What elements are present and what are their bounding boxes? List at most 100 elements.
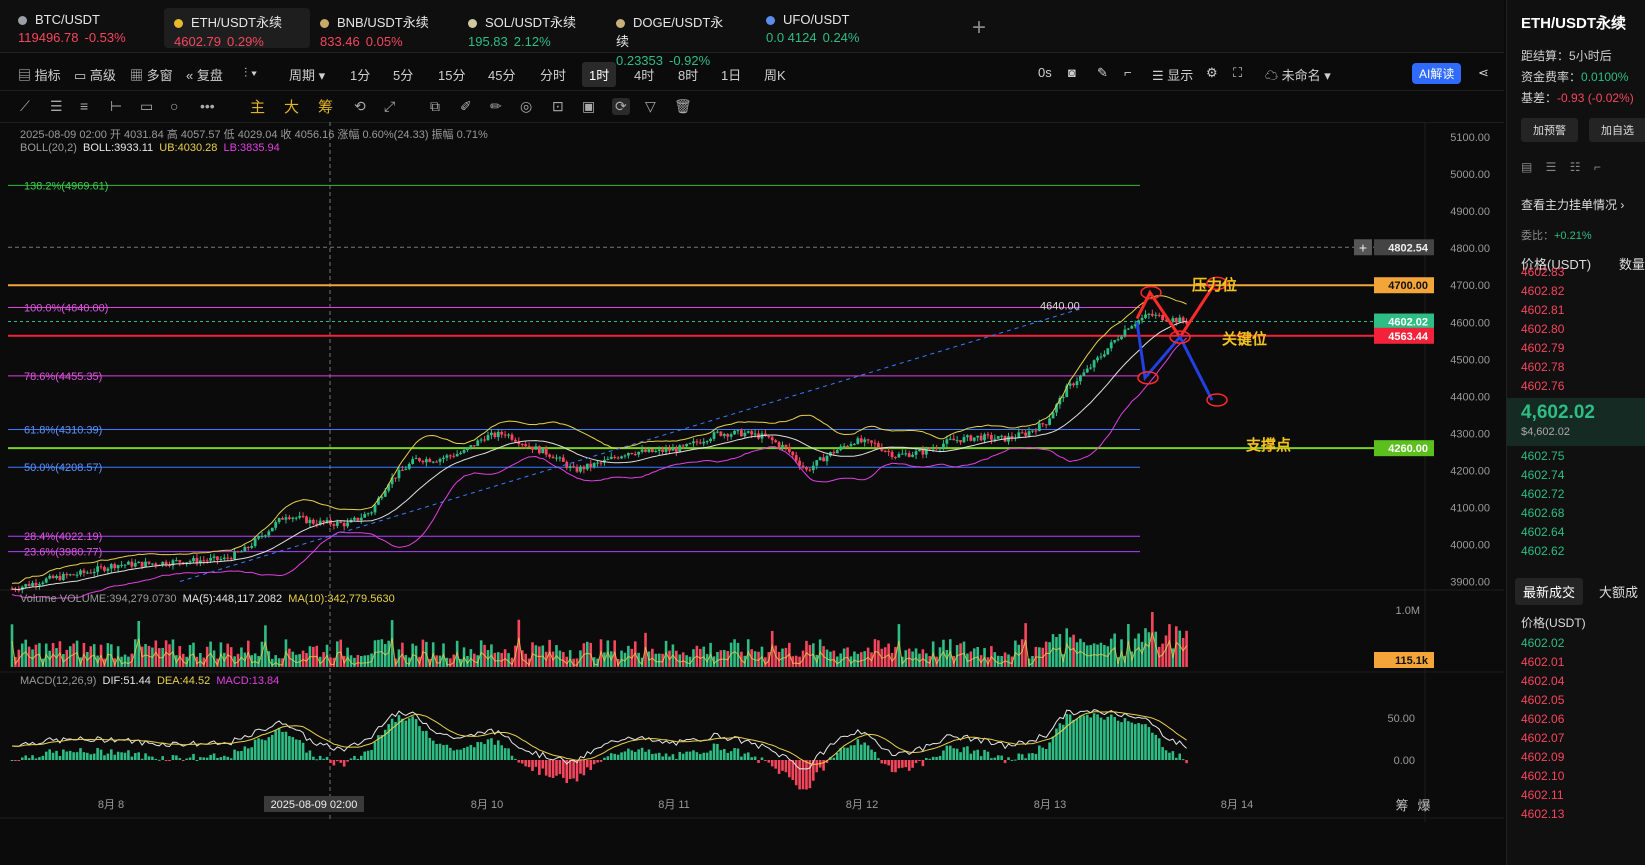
macd-histogram-bar: [589, 760, 593, 770]
main-chart-tool[interactable]: 主: [250, 96, 265, 117]
ask-price[interactable]: 4602.82: [1521, 284, 1564, 298]
key-level-annotation: 关键位: [1222, 330, 1267, 348]
price-chart[interactable]: 5100.00 5000.00 4900.00 4800.00 4700.00 4600.…: [0, 122, 1504, 822]
ask-price[interactable]: 4602.76: [1521, 379, 1564, 393]
volume-bar: [586, 641, 589, 667]
macd-histogram-bar: [212, 753, 216, 760]
multi-window-button[interactable]: ▦ 多窗: [130, 65, 173, 84]
hline-tool-icon[interactable]: ☰: [50, 98, 63, 115]
hide-icon[interactable]: ▣: [582, 98, 595, 115]
macd-histogram-bar: [524, 760, 527, 767]
interval-button[interactable]: 1日: [721, 65, 741, 84]
candle: [924, 448, 928, 455]
interval-button[interactable]: 45分: [488, 65, 515, 84]
bid-price[interactable]: 4602.75: [1521, 449, 1564, 463]
bid-price[interactable]: 4602.64: [1521, 525, 1564, 539]
add-watchlist-button[interactable]: 加自选: [1589, 118, 1645, 142]
ask-price[interactable]: 4602.79: [1521, 341, 1564, 355]
seconds-button[interactable]: 0s: [1038, 65, 1052, 80]
macd-histogram-bar: [904, 760, 908, 768]
parallel-tool-icon[interactable]: ≡: [80, 98, 88, 114]
rectangle-tool-icon[interactable]: ▭: [140, 98, 153, 115]
filter-icon[interactable]: ▽: [645, 98, 656, 115]
macd-histogram-bar: [479, 742, 483, 760]
depth-link[interactable]: 查看主力挂单情况 ›: [1521, 196, 1624, 213]
interval-button[interactable]: 15分: [438, 65, 465, 84]
candle: [681, 445, 685, 447]
symbol-tab[interactable]: BNB/USDT永续 833.46 0.05%: [310, 8, 450, 49]
brush-icon[interactable]: ✐: [460, 98, 472, 115]
chip-tool[interactable]: 筹: [318, 96, 333, 117]
bid-price[interactable]: 4602.72: [1521, 487, 1564, 501]
ask-price[interactable]: 4602.83: [1521, 265, 1564, 279]
trash-icon[interactable]: 🗑: [674, 98, 692, 115]
crop-icon[interactable]: ⌐: [1124, 65, 1132, 80]
bid-price[interactable]: 4602.68: [1521, 506, 1564, 520]
advanced-button[interactable]: ▭ 高级: [74, 65, 116, 84]
symbol-tab[interactable]: BTC/USDT 119496.78 -0.53%: [8, 8, 148, 48]
macd-histogram-bar: [753, 756, 757, 760]
candle: [832, 452, 836, 454]
settings-gear-icon[interactable]: ⚙: [1206, 65, 1218, 81]
period-button[interactable]: 周期 ▾: [289, 65, 325, 84]
candle: [113, 564, 117, 569]
bid-price[interactable]: 4602.62: [1521, 544, 1564, 558]
macd-histogram-bar: [253, 739, 257, 760]
highlight-ellipse: [1206, 393, 1228, 407]
symbol-tab[interactable]: ETH/USDT永续 4602.79 0.29%: [164, 8, 310, 49]
interval-button[interactable]: 8时: [678, 65, 698, 84]
layout-name-button[interactable]: ☁ 未命名 ▾: [1265, 65, 1331, 84]
candle: [229, 558, 233, 560]
macd-histogram-bar: [1055, 728, 1058, 760]
macd-name: MACD(12,26,9): [20, 675, 97, 687]
interval-button[interactable]: 分时: [540, 65, 566, 84]
pen-icon[interactable]: ✎: [1097, 65, 1108, 81]
macd-histogram-bar: [928, 758, 932, 760]
ray-tool-icon[interactable]: ⊢: [110, 98, 122, 115]
add-tab-button[interactable]: +: [972, 14, 986, 42]
display-button[interactable]: ☰ 显示: [1152, 65, 1193, 84]
latest-trades-tab[interactable]: 最新成交: [1515, 578, 1584, 605]
marker-icon[interactable]: ✏: [490, 98, 502, 115]
copy-icon[interactable]: ⧉: [430, 98, 440, 115]
sync-icon[interactable]: ⟳: [612, 98, 630, 115]
share-icon[interactable]: ⋖: [1478, 65, 1489, 81]
fullscreen-icon[interactable]: ⛶: [1233, 65, 1242, 81]
ask-price[interactable]: 4602.80: [1521, 322, 1564, 336]
interval-button[interactable]: 5分: [393, 65, 413, 84]
magnet-icon[interactable]: ⟲: [354, 98, 366, 115]
macd-histogram-bar: [1164, 750, 1168, 760]
camera-icon[interactable]: ◙: [1068, 65, 1076, 80]
candle: [281, 518, 284, 520]
add-alert-button[interactable]: 加预警: [1521, 118, 1578, 142]
interval-button[interactable]: 周K: [764, 65, 786, 84]
line-tool-icon[interactable]: ⟋: [20, 98, 30, 115]
eye-icon[interactable]: ◎: [520, 98, 532, 115]
symbol-tab[interactable]: DOGE/USDT永续 0.23353 -0.92%: [606, 8, 746, 68]
replay-button[interactable]: « 复盘: [186, 65, 223, 84]
more-tools-icon[interactable]: •••: [200, 98, 215, 114]
indicators-button[interactable]: ▤ 指标: [18, 65, 61, 84]
symbol-tab[interactable]: UFO/USDT 0.0 4124 0.24%: [756, 8, 896, 48]
ask-price[interactable]: 4602.81: [1521, 303, 1564, 317]
interval-button[interactable]: 1时: [582, 62, 617, 87]
big-order-tool[interactable]: 大: [284, 96, 299, 117]
lock-icon[interactable]: ⊡: [552, 98, 564, 115]
chart-type-button[interactable]: ⫶ ▾: [244, 65, 257, 81]
circle-tool-icon[interactable]: ○: [170, 98, 178, 114]
symbol-tab[interactable]: SOL/USDT永续 195.83 2.12%: [458, 8, 598, 49]
candle: [606, 458, 610, 460]
bid-price[interactable]: 4602.74: [1521, 468, 1564, 482]
measure-icon[interactable]: ⤢: [384, 98, 395, 115]
candle: [702, 441, 706, 444]
price-tick-label: 4200.00: [1450, 465, 1490, 477]
macd-histogram-bar: [421, 731, 425, 760]
candle: [1178, 317, 1182, 323]
ask-price[interactable]: 4602.78: [1521, 360, 1564, 374]
ai-analysis-button[interactable]: AI解读: [1412, 63, 1462, 84]
large-trades-tab[interactable]: 大额成: [1599, 582, 1638, 601]
interval-button[interactable]: 1分: [350, 65, 370, 84]
orderbook-view-icons[interactable]: ▤ ☰ ☷ ⌐: [1521, 160, 1601, 174]
interval-button[interactable]: 4时: [634, 65, 654, 84]
macd-histogram-bar: [192, 753, 195, 760]
